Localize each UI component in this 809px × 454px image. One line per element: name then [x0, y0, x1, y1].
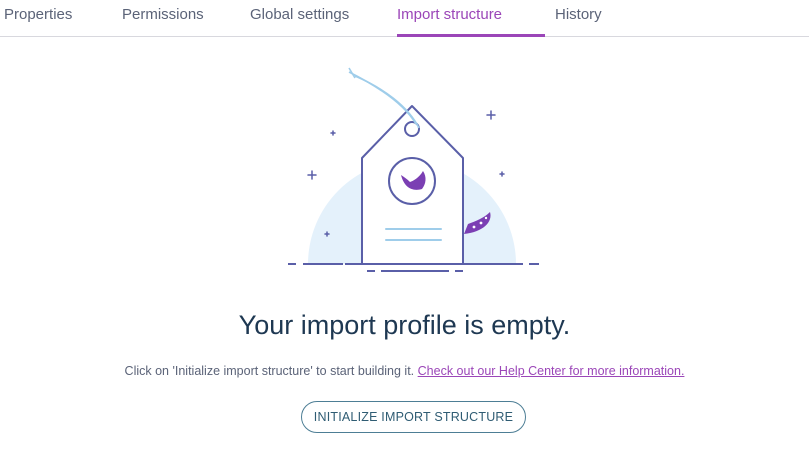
tab-properties[interactable]: Properties: [4, 6, 72, 23]
empty-state-description: Click on 'Initialize import structure' t…: [0, 364, 809, 378]
tab-bar: Properties Permissions Global settings I…: [0, 0, 809, 37]
tab-import-structure[interactable]: Import structure: [397, 6, 502, 23]
tab-history[interactable]: History: [555, 6, 602, 23]
active-tab-indicator: [397, 34, 545, 37]
empty-state-headline: Your import profile is empty.: [238, 310, 571, 340]
tab-global-settings[interactable]: Global settings: [250, 6, 349, 23]
description-text: Click on 'Initialize import structure' t…: [124, 364, 415, 378]
tab-permissions[interactable]: Permissions: [122, 6, 204, 23]
initialize-import-structure-button[interactable]: INITIALIZE IMPORT STRUCTURE: [301, 401, 526, 433]
price-tag-with-logo-icon: [283, 62, 543, 282]
help-center-link[interactable]: Check out our Help Center for more infor…: [418, 364, 685, 378]
